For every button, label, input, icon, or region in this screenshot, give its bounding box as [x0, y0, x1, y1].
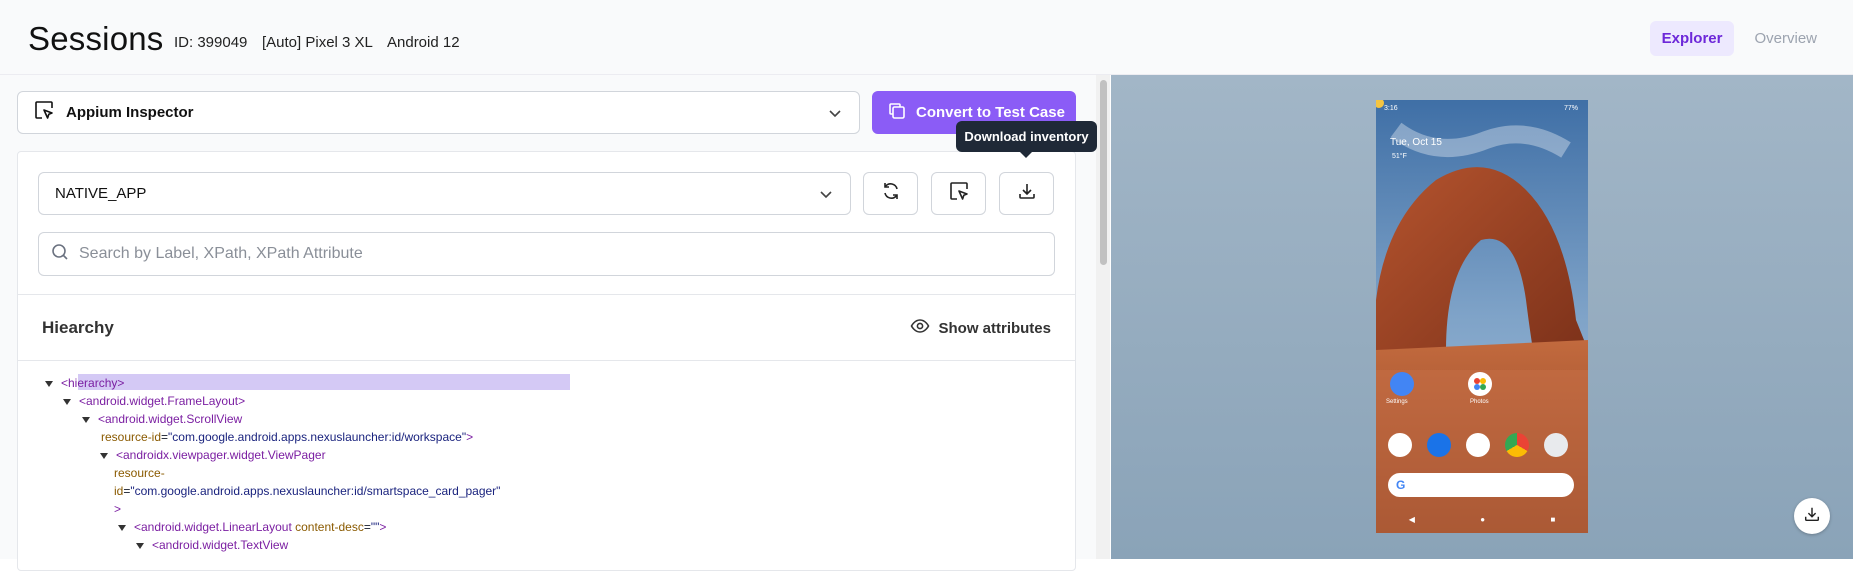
chrome-icon[interactable]	[1505, 433, 1529, 457]
convert-label: Convert to Test Case	[916, 104, 1065, 121]
expand-triangle-icon[interactable]	[45, 380, 53, 387]
node-tag: <android.widget.LinearLayout	[134, 520, 292, 534]
nav-bar: ◀ ● ■	[1376, 510, 1588, 528]
eye-icon	[910, 316, 930, 340]
expand-triangle-icon[interactable]	[100, 452, 108, 459]
attr-value: "com.google.android.apps.nexuslauncher:i…	[168, 430, 467, 444]
refresh-icon	[881, 181, 901, 206]
selected-node-highlight	[78, 374, 570, 390]
attr-name: id	[114, 484, 124, 498]
inspector-panel: Appium Inspector Convert to Test Case NA…	[0, 75, 1097, 571]
device-screen[interactable]: 3:16 77% Tue, Oct 15 51°F Settings Photo…	[1376, 100, 1588, 533]
attr-name: content-desc	[295, 520, 364, 534]
os-version: Android 12	[387, 34, 460, 51]
camera-icon[interactable]	[1544, 433, 1568, 457]
back-icon[interactable]: ◀	[1409, 515, 1415, 524]
expand-triangle-icon[interactable]	[136, 542, 144, 549]
tree-node-viewpager-attr: resource-	[114, 464, 165, 482]
device-name: [Auto] Pixel 3 XL	[262, 34, 373, 51]
tree-node-linearlayout[interactable]: <android.widget.LinearLayout content-des…	[118, 518, 386, 536]
home-icon[interactable]: ●	[1480, 515, 1485, 524]
tree-node-textview[interactable]: <android.widget.TextView	[136, 536, 288, 554]
download-inventory-button[interactable]	[999, 172, 1054, 215]
attr-name: resource-	[114, 466, 165, 480]
cursor-select-icon	[34, 100, 54, 125]
tab-overview[interactable]: Overview	[1742, 21, 1829, 56]
node-tag: <android.widget.FrameLayout>	[79, 394, 246, 408]
show-attributes-label: Show attributes	[938, 319, 1051, 337]
copy-icon	[888, 102, 906, 124]
tree-node-hierarchy[interactable]: <hierarchy>	[45, 374, 124, 392]
status-battery: 77%	[1563, 105, 1578, 112]
google-g-icon: G	[1396, 478, 1406, 492]
hierarchy-title: Hiearchy	[42, 318, 114, 337]
divider	[18, 294, 1075, 295]
search-icon	[51, 243, 69, 266]
tool-select[interactable]: Appium Inspector	[17, 91, 860, 134]
node-tag: <hierarchy>	[61, 376, 125, 390]
search-input[interactable]	[79, 245, 979, 263]
settings-app-icon[interactable]	[1390, 372, 1414, 396]
attr-name: resource-id	[101, 430, 162, 444]
messages-icon[interactable]	[1427, 433, 1451, 457]
refresh-button[interactable]	[863, 172, 918, 215]
device-screenshot	[1376, 100, 1588, 533]
select-element-button[interactable]	[931, 172, 986, 215]
download-screenshot-button[interactable]	[1794, 498, 1830, 534]
app-label: Photos	[1470, 399, 1489, 405]
tree-node-scrollview[interactable]: <android.widget.ScrollView	[82, 410, 242, 428]
expand-triangle-icon[interactable]	[63, 398, 71, 405]
node-tag: <androidx.viewpager.widget.ViewPager	[116, 448, 326, 462]
app-label: Settings	[1386, 399, 1408, 405]
widget-weather: 51°F	[1392, 153, 1407, 160]
tree-node-scrollview-attrs: resource-id="com.google.android.apps.nex…	[101, 430, 474, 444]
context-value: NATIVE_APP	[55, 185, 147, 202]
view-tabs: Explorer Overview	[1649, 21, 1829, 56]
expand-triangle-icon[interactable]	[82, 416, 90, 423]
divider	[18, 360, 1075, 361]
show-attributes-button[interactable]: Show attributes	[910, 316, 1051, 340]
node-tag: >	[379, 520, 387, 534]
node-tag: <android.widget.TextView	[152, 538, 289, 552]
download-inventory-tooltip: Download inventory	[956, 121, 1097, 158]
search-field[interactable]	[38, 232, 1055, 276]
widget-date: Tue, Oct 15	[1390, 137, 1442, 148]
node-tag: <android.widget.ScrollView	[98, 412, 243, 426]
status-time: 3:16	[1384, 105, 1398, 112]
tree-node-viewpager-attr-value: id="com.google.android.apps.nexuslaunche…	[114, 484, 501, 498]
download-icon	[1803, 505, 1821, 528]
recents-icon[interactable]: ■	[1550, 515, 1555, 524]
google-search-bar[interactable]: G	[1388, 473, 1574, 497]
page-title: Sessions	[28, 20, 164, 57]
device-preview-panel: 3:16 77% Tue, Oct 15 51°F Settings Photo…	[1111, 75, 1853, 559]
tree-node-framelayout[interactable]: <android.widget.FrameLayout>	[63, 392, 245, 410]
chevron-down-icon	[818, 186, 834, 206]
context-select[interactable]: NATIVE_APP	[38, 172, 851, 215]
play-store-icon[interactable]	[1466, 433, 1490, 457]
tool-select-value: Appium Inspector	[66, 104, 194, 121]
tab-explorer[interactable]: Explorer	[1649, 21, 1735, 56]
cursor-select-icon	[949, 181, 969, 206]
download-icon	[1017, 181, 1037, 206]
page-header: Sessions ID: 399049 [Auto] Pixel 3 XL An…	[0, 0, 1853, 75]
expand-triangle-icon[interactable]	[118, 524, 126, 531]
tree-node-viewpager[interactable]: <androidx.viewpager.widget.ViewPager	[100, 446, 326, 464]
node-tag: >	[466, 430, 474, 444]
session-id: ID: 399049	[174, 34, 248, 51]
chevron-down-icon	[827, 105, 843, 126]
attr-value: "com.google.android.apps.nexuslauncher:i…	[130, 484, 501, 498]
panel-scrollbar-thumb[interactable]	[1100, 80, 1107, 265]
inspector-card: NATIVE_APP Download inventory Search by …	[17, 121, 1097, 571]
node-tag: >	[114, 502, 122, 516]
photos-app-icon[interactable]	[1468, 372, 1492, 396]
phone-icon[interactable]	[1388, 433, 1412, 457]
tree-node-viewpager-close: >	[114, 500, 121, 518]
